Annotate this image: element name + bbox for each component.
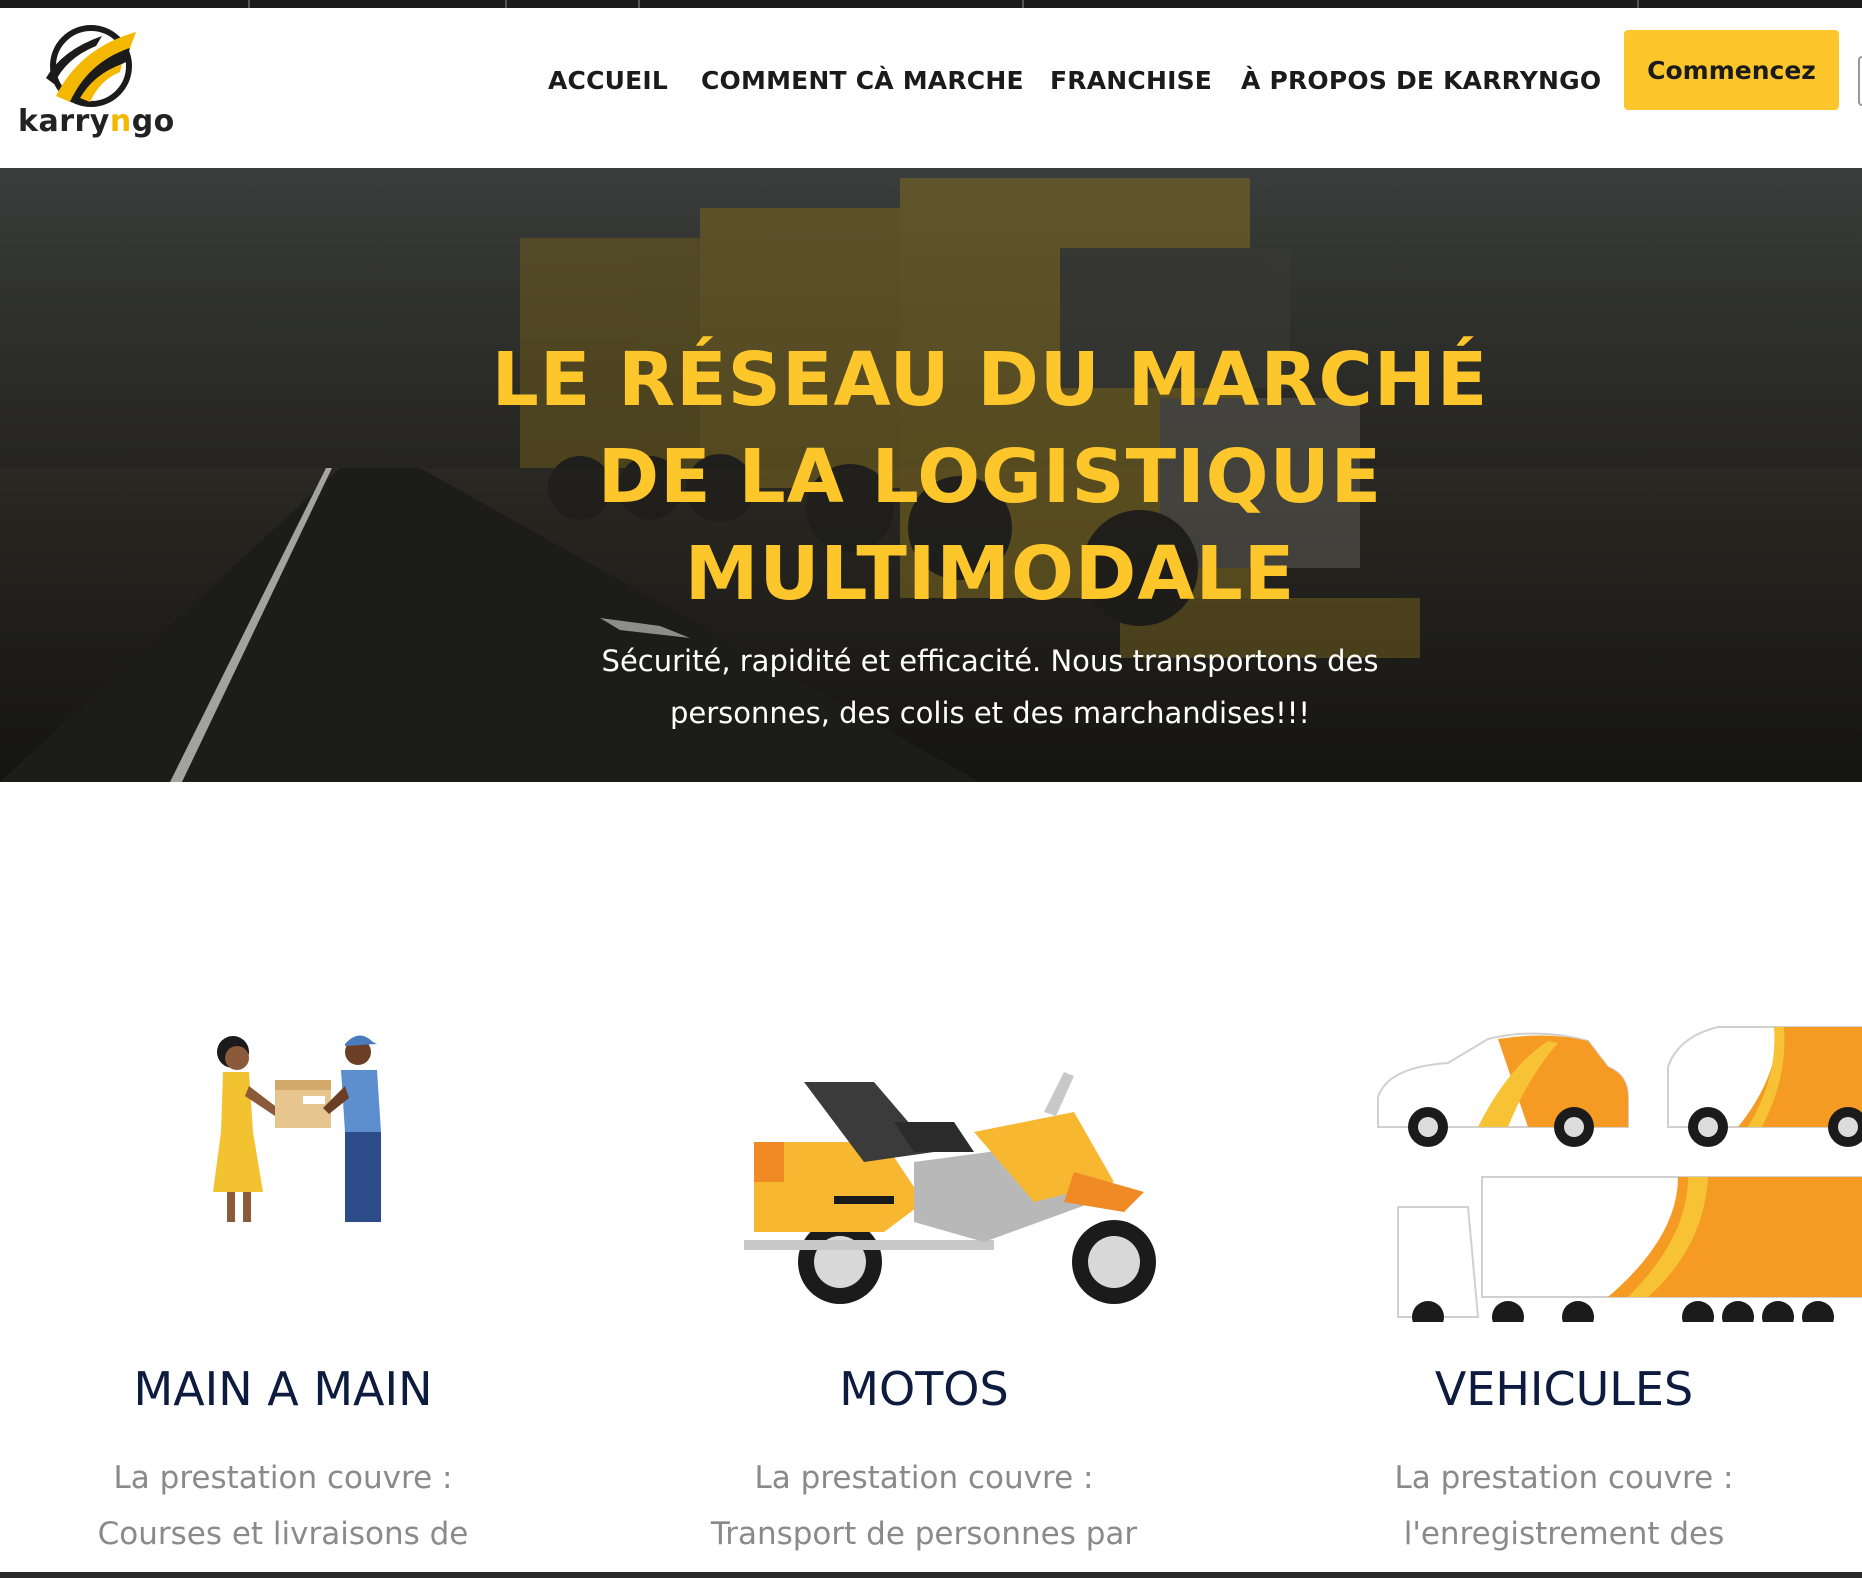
main-nav: ACCUEIL COMMENT CÀ MARCHE FRANCHISE À PR… [0,56,1862,106]
logo-wordmark: karryngo [18,104,175,139]
nav-item-accueil[interactable]: ACCUEIL [548,66,668,95]
service-title: MOTOS [839,1362,1009,1416]
hero-title: LE RÉSEAU DU MARCHÉ DE LA LOGISTIQUE MUL… [491,337,1489,617]
motorcycle-icon [744,1072,1156,1304]
hero-subtitle: Sécurité, rapidité et efficacité. Nous t… [601,644,1379,730]
nav-item-comment-ca-marche[interactable]: COMMENT CÀ MARCHE [701,66,1024,95]
services-section: MAIN A MAIN La prestation couvre : Cours… [0,782,1862,1578]
hand-to-hand-delivery-icon [213,1035,381,1222]
bottom-window-edge [0,1572,1862,1578]
service-card-vehicules: VEHICULES La prestation couvre : l'enreg… [1244,782,1862,1578]
nav-item-a-propos[interactable]: À PROPOS DE KARRYNGO [1241,66,1601,95]
top-window-strip [0,0,1862,8]
service-title: MAIN A MAIN [133,1362,433,1416]
service-card-main-a-main: MAIN A MAIN La prestation couvre : Cours… [0,782,603,1578]
service-description: La prestation couvre : Transport de pers… [710,1460,1138,1552]
hero-banner: LE RÉSEAU DU MARCHÉ DE LA LOGISTIQUE MUL… [0,168,1862,782]
nav-item-franchise[interactable]: FRANCHISE [1050,66,1212,95]
service-description: La prestation couvre : l'enregistrement … [1394,1460,1734,1552]
offscreen-button-edge[interactable] [1858,56,1862,106]
commencez-button[interactable]: Commencez [1624,30,1839,110]
service-card-motos: MOTOS La prestation couvre : Transport d… [604,782,1244,1578]
site-header: karryngo ACCUEIL COMMENT CÀ MARCHE FRANC… [0,8,1862,168]
vehicles-fleet-icon [1377,1026,1862,1322]
service-title: VEHICULES [1434,1362,1694,1416]
service-description: La prestation couvre : Courses et livrai… [97,1460,469,1552]
